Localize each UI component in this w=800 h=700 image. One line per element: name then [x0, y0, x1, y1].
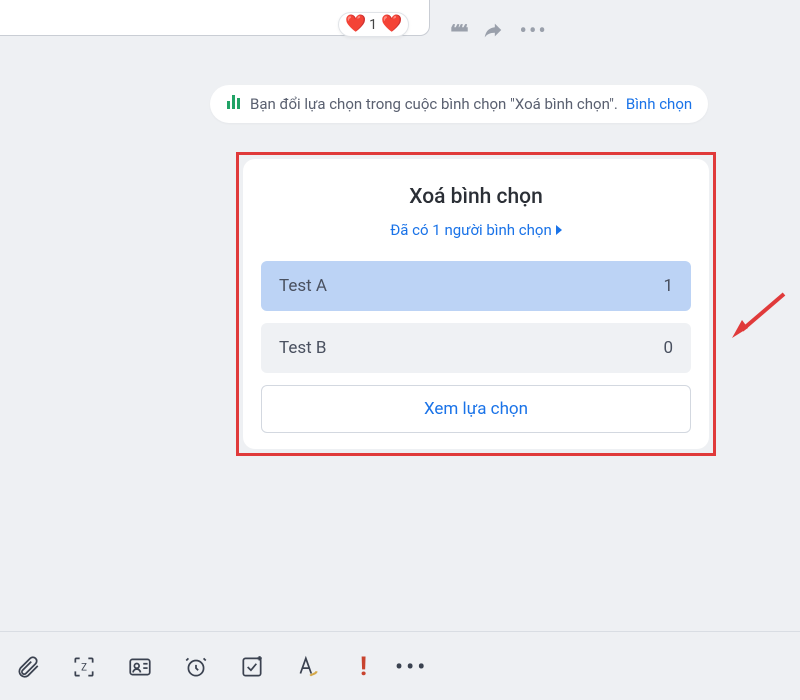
poll-card: Xoá bình chọn Đã có 1 người bình chọn Te… — [243, 159, 709, 449]
svg-text:Z: Z — [81, 662, 87, 673]
alarm-icon[interactable] — [182, 653, 210, 681]
poll-icon — [226, 94, 242, 114]
poll-highlight-box: Xoá bình chọn Đã có 1 người bình chọn Te… — [236, 152, 716, 456]
message-reactions[interactable]: ❤️ 1 ❤️ — [338, 12, 409, 37]
system-message-text: Bạn đổi lựa chọn trong cuộc bình chọn "X… — [250, 95, 618, 113]
poll-option-b[interactable]: Test B 0 — [261, 323, 691, 373]
heart-icon[interactable]: ❤️ — [381, 16, 402, 33]
attachment-icon[interactable] — [14, 653, 42, 681]
annotation-arrow — [728, 290, 788, 346]
heart-icon: ❤️ — [345, 16, 366, 33]
reaction-heart-count[interactable]: ❤️ 1 — [345, 16, 377, 33]
contact-card-icon[interactable] — [126, 653, 154, 681]
composer-toolbar: Z ! ••• — [0, 631, 800, 682]
poll-option-label: Test B — [279, 338, 326, 358]
poll-voter-count[interactable]: Đã có 1 người bình chọn — [261, 221, 691, 239]
more-icon[interactable]: ••• — [520, 21, 548, 43]
poll-option-a[interactable]: Test A 1 — [261, 261, 691, 311]
reaction-count: 1 — [369, 17, 377, 33]
poll-option-count: 1 — [663, 276, 673, 296]
toolbar-more-icon[interactable]: ••• — [395, 653, 428, 681]
message-actions: ❝❝ ••• — [450, 19, 548, 45]
caret-right-icon — [556, 225, 562, 235]
poll-option-label: Test A — [279, 276, 327, 296]
quote-icon[interactable]: ❝❝ — [450, 20, 466, 44]
share-icon[interactable] — [482, 19, 504, 45]
poll-title: Xoá bình chọn — [261, 185, 691, 209]
screenshot-icon[interactable]: Z — [70, 653, 98, 681]
task-icon[interactable] — [238, 653, 266, 681]
system-message-link[interactable]: Bình chọn — [626, 95, 692, 113]
poll-option-count: 0 — [663, 338, 673, 358]
view-choices-button[interactable]: Xem lựa chọn — [261, 385, 691, 433]
priority-icon[interactable]: ! — [360, 652, 367, 682]
system-message: Bạn đổi lựa chọn trong cuộc bình chọn "X… — [210, 85, 708, 123]
format-text-icon[interactable] — [294, 653, 322, 681]
